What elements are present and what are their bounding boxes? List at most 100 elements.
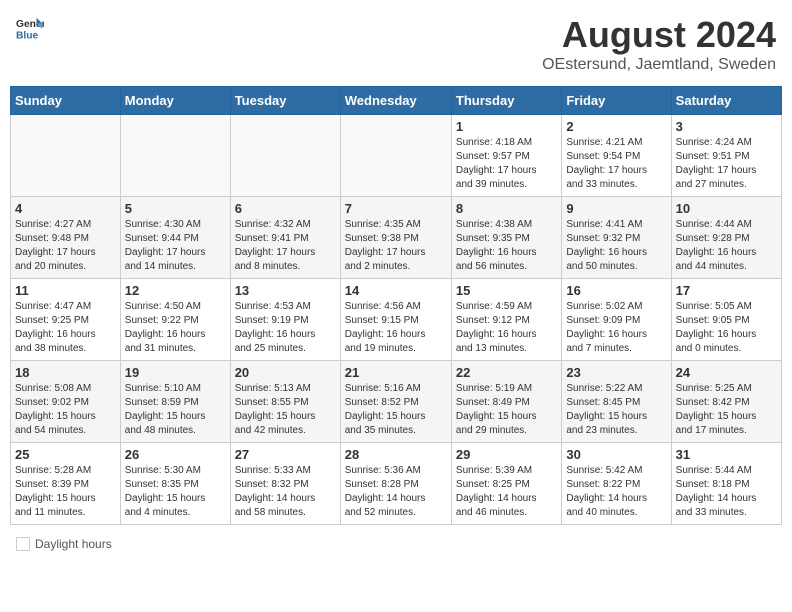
- day-number: 4: [15, 201, 116, 216]
- calendar-cell: 3 Sunrise: 4:24 AM Sunset: 9:51 PM Daylig…: [671, 115, 781, 197]
- calendar-cell: 19 Sunrise: 5:10 AM Sunset: 8:59 PM Dayli…: [120, 361, 230, 443]
- calendar-cell: 1 Sunrise: 4:18 AM Sunset: 9:57 PM Daylig…: [451, 115, 561, 197]
- day-info: Sunrise: 5:25 AM Sunset: 8:42 PM Dayligh…: [676, 382, 777, 438]
- title-area: August 2024 OEstersund, Jaemtland, Swede…: [542, 14, 776, 74]
- day-info: Sunrise: 4:35 AM Sunset: 9:38 PM Dayligh…: [345, 218, 447, 274]
- calendar-cell: 2 Sunrise: 4:21 AM Sunset: 9:54 PM Daylig…: [562, 115, 671, 197]
- day-info: Sunrise: 4:59 AM Sunset: 9:12 PM Dayligh…: [456, 300, 557, 356]
- day-info: Sunrise: 4:38 AM Sunset: 9:35 PM Dayligh…: [456, 218, 557, 274]
- weekday-header-sunday: Sunday: [11, 87, 121, 115]
- calendar-cell: 12 Sunrise: 4:50 AM Sunset: 9:22 PM Dayli…: [120, 279, 230, 361]
- calendar-cell: 7 Sunrise: 4:35 AM Sunset: 9:38 PM Daylig…: [340, 197, 451, 279]
- calendar-cell: 10 Sunrise: 4:44 AM Sunset: 9:28 PM Dayli…: [671, 197, 781, 279]
- day-number: 20: [235, 365, 336, 380]
- calendar-cell: 21 Sunrise: 5:16 AM Sunset: 8:52 PM Dayli…: [340, 361, 451, 443]
- location-title: OEstersund, Jaemtland, Sweden: [542, 56, 776, 74]
- day-info: Sunrise: 4:41 AM Sunset: 9:32 PM Dayligh…: [566, 218, 666, 274]
- day-number: 29: [456, 447, 557, 462]
- calendar-cell: 25Sunrise: 5:28 AM Sunset: 8:39 PM Dayli…: [11, 443, 121, 525]
- calendar-cell: 28Sunrise: 5:36 AM Sunset: 8:28 PM Dayli…: [340, 443, 451, 525]
- day-info: Sunrise: 5:05 AM Sunset: 9:05 PM Dayligh…: [676, 300, 777, 356]
- weekday-header-saturday: Saturday: [671, 87, 781, 115]
- day-number: 17: [676, 283, 777, 298]
- day-info: Sunrise: 5:10 AM Sunset: 8:59 PM Dayligh…: [125, 382, 226, 438]
- calendar-cell: 31Sunrise: 5:44 AM Sunset: 8:18 PM Dayli…: [671, 443, 781, 525]
- day-number: 27: [235, 447, 336, 462]
- day-info: Sunrise: 4:21 AM Sunset: 9:54 PM Dayligh…: [566, 136, 666, 192]
- day-number: 13: [235, 283, 336, 298]
- day-number: 31: [676, 447, 777, 462]
- day-number: 22: [456, 365, 557, 380]
- calendar-cell: 17 Sunrise: 5:05 AM Sunset: 9:05 PM Dayli…: [671, 279, 781, 361]
- day-number: 23: [566, 365, 666, 380]
- weekday-header-tuesday: Tuesday: [230, 87, 340, 115]
- day-info: Sunrise: 4:53 AM Sunset: 9:19 PM Dayligh…: [235, 300, 336, 356]
- header: General Blue August 2024 OEstersund, Jae…: [10, 10, 782, 78]
- day-info: Sunrise: 4:56 AM Sunset: 9:15 PM Dayligh…: [345, 300, 447, 356]
- legend-box-daylight: [16, 537, 30, 551]
- calendar-cell: [120, 115, 230, 197]
- legend-daylight-label: Daylight hours: [35, 537, 112, 551]
- day-number: 16: [566, 283, 666, 298]
- calendar-cell: 18 Sunrise: 5:08 AM Sunset: 9:02 PM Dayli…: [11, 361, 121, 443]
- calendar-cell: 6 Sunrise: 4:32 AM Sunset: 9:41 PM Daylig…: [230, 197, 340, 279]
- legend-item-daylight: Daylight hours: [16, 537, 112, 551]
- calendar-cell: 30Sunrise: 5:42 AM Sunset: 8:22 PM Dayli…: [562, 443, 671, 525]
- day-info: Sunrise: 4:27 AM Sunset: 9:48 PM Dayligh…: [15, 218, 116, 274]
- logo-icon: General Blue: [16, 14, 44, 42]
- weekday-header-wednesday: Wednesday: [340, 87, 451, 115]
- day-info: Sunrise: 5:16 AM Sunset: 8:52 PM Dayligh…: [345, 382, 447, 438]
- day-number: 6: [235, 201, 336, 216]
- day-info: Sunrise: 4:32 AM Sunset: 9:41 PM Dayligh…: [235, 218, 336, 274]
- calendar-week-row: 1 Sunrise: 4:18 AM Sunset: 9:57 PM Daylig…: [11, 115, 782, 197]
- calendar-week-row: 4 Sunrise: 4:27 AM Sunset: 9:48 PM Daylig…: [11, 197, 782, 279]
- day-number: 10: [676, 201, 777, 216]
- calendar-cell: 9 Sunrise: 4:41 AM Sunset: 9:32 PM Daylig…: [562, 197, 671, 279]
- day-number: 11: [15, 283, 116, 298]
- calendar-cell: [11, 115, 121, 197]
- day-number: 19: [125, 365, 226, 380]
- day-number: 15: [456, 283, 557, 298]
- day-number: 25: [15, 447, 116, 462]
- calendar-cell: 24Sunrise: 5:25 AM Sunset: 8:42 PM Dayli…: [671, 361, 781, 443]
- day-info: Sunrise: 5:33 AM Sunset: 8:32 PM Dayligh…: [235, 464, 336, 520]
- svg-text:Blue: Blue: [16, 30, 39, 41]
- day-info: Sunrise: 4:24 AM Sunset: 9:51 PM Dayligh…: [676, 136, 777, 192]
- day-number: 9: [566, 201, 666, 216]
- day-number: 7: [345, 201, 447, 216]
- weekday-header-monday: Monday: [120, 87, 230, 115]
- calendar-cell: 13 Sunrise: 4:53 AM Sunset: 9:19 PM Dayli…: [230, 279, 340, 361]
- weekday-header-friday: Friday: [562, 87, 671, 115]
- day-info: Sunrise: 5:13 AM Sunset: 8:55 PM Dayligh…: [235, 382, 336, 438]
- day-number: 14: [345, 283, 447, 298]
- calendar-cell: 29Sunrise: 5:39 AM Sunset: 8:25 PM Dayli…: [451, 443, 561, 525]
- calendar-week-row: 11 Sunrise: 4:47 AM Sunset: 9:25 PM Dayli…: [11, 279, 782, 361]
- day-number: 21: [345, 365, 447, 380]
- day-info: Sunrise: 5:08 AM Sunset: 9:02 PM Dayligh…: [15, 382, 116, 438]
- legend-area: Daylight hours: [10, 533, 782, 555]
- day-number: 8: [456, 201, 557, 216]
- calendar-cell: 20 Sunrise: 5:13 AM Sunset: 8:55 PM Dayli…: [230, 361, 340, 443]
- day-info: Sunrise: 5:02 AM Sunset: 9:09 PM Dayligh…: [566, 300, 666, 356]
- day-number: 1: [456, 119, 557, 134]
- calendar-cell: 11 Sunrise: 4:47 AM Sunset: 9:25 PM Dayli…: [11, 279, 121, 361]
- day-info: Sunrise: 4:50 AM Sunset: 9:22 PM Dayligh…: [125, 300, 226, 356]
- day-info: Sunrise: 5:36 AM Sunset: 8:28 PM Dayligh…: [345, 464, 447, 520]
- calendar-table: SundayMondayTuesdayWednesdayThursdayFrid…: [10, 86, 782, 525]
- day-info: Sunrise: 5:30 AM Sunset: 8:35 PM Dayligh…: [125, 464, 226, 520]
- weekday-header-row: SundayMondayTuesdayWednesdayThursdayFrid…: [11, 87, 782, 115]
- calendar-cell: 26Sunrise: 5:30 AM Sunset: 8:35 PM Dayli…: [120, 443, 230, 525]
- day-number: 12: [125, 283, 226, 298]
- day-info: Sunrise: 4:44 AM Sunset: 9:28 PM Dayligh…: [676, 218, 777, 274]
- day-number: 2: [566, 119, 666, 134]
- day-info: Sunrise: 4:18 AM Sunset: 9:57 PM Dayligh…: [456, 136, 557, 192]
- day-number: 18: [15, 365, 116, 380]
- calendar-cell: [340, 115, 451, 197]
- day-number: 5: [125, 201, 226, 216]
- day-info: Sunrise: 4:47 AM Sunset: 9:25 PM Dayligh…: [15, 300, 116, 356]
- day-number: 3: [676, 119, 777, 134]
- calendar-cell: 27 Sunrise: 5:33 AM Sunset: 8:32 PM Dayli…: [230, 443, 340, 525]
- calendar-cell: 23Sunrise: 5:22 AM Sunset: 8:45 PM Dayli…: [562, 361, 671, 443]
- calendar-cell: 4 Sunrise: 4:27 AM Sunset: 9:48 PM Daylig…: [11, 197, 121, 279]
- month-title: August 2024: [542, 14, 776, 56]
